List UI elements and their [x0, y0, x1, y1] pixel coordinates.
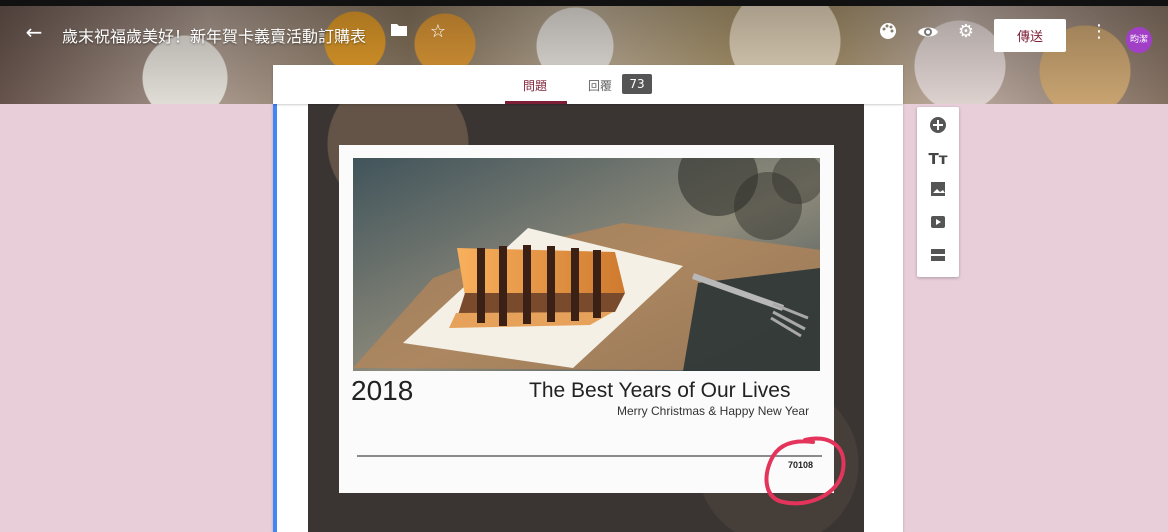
title-text-icon[interactable]: Tт — [927, 148, 949, 170]
add-question-icon[interactable] — [927, 116, 949, 138]
palette-icon[interactable] — [877, 21, 899, 43]
gear-icon[interactable]: ⚙ — [955, 21, 977, 43]
form-tabs: 問題 回覆 — [273, 65, 903, 104]
poster-divider — [357, 455, 822, 457]
star-icon[interactable]: ☆ — [427, 21, 449, 43]
active-tab-indicator — [505, 101, 567, 104]
back-arrow-icon[interactable]: ← — [22, 20, 46, 44]
poster-greeting: Merry Christmas & Happy New Year — [617, 404, 810, 418]
form-title: 歲末祝福歲美好！新年賀卡義賣活動訂購表 — [62, 27, 367, 46]
eye-icon[interactable] — [917, 21, 939, 43]
avatar[interactable]: 昀潔 — [1126, 27, 1152, 53]
video-icon[interactable] — [927, 213, 949, 235]
tab-questions[interactable]: 問題 — [523, 77, 547, 94]
cake-photo — [353, 158, 820, 371]
folder-icon[interactable] — [388, 21, 410, 43]
poster-year: 2018 — [351, 375, 414, 406]
response-count-badge: 73 — [622, 74, 652, 94]
form-toolbar: ← 歲末祝福歲美好！新年賀卡義賣活動訂購表 ☆ ⚙ 傳送 ⋮ 昀潔 — [0, 6, 1168, 62]
section-icon[interactable] — [927, 246, 949, 268]
image-icon[interactable] — [927, 180, 949, 202]
side-toolbar: Tт — [917, 107, 959, 277]
more-vert-icon[interactable]: ⋮ — [1088, 21, 1110, 43]
poster-slogan: The Best Years of Our Lives — [529, 379, 791, 402]
tab-responses[interactable]: 回覆 — [588, 77, 612, 94]
red-annotation-circle — [764, 436, 846, 506]
send-button[interactable]: 傳送 — [994, 19, 1066, 52]
